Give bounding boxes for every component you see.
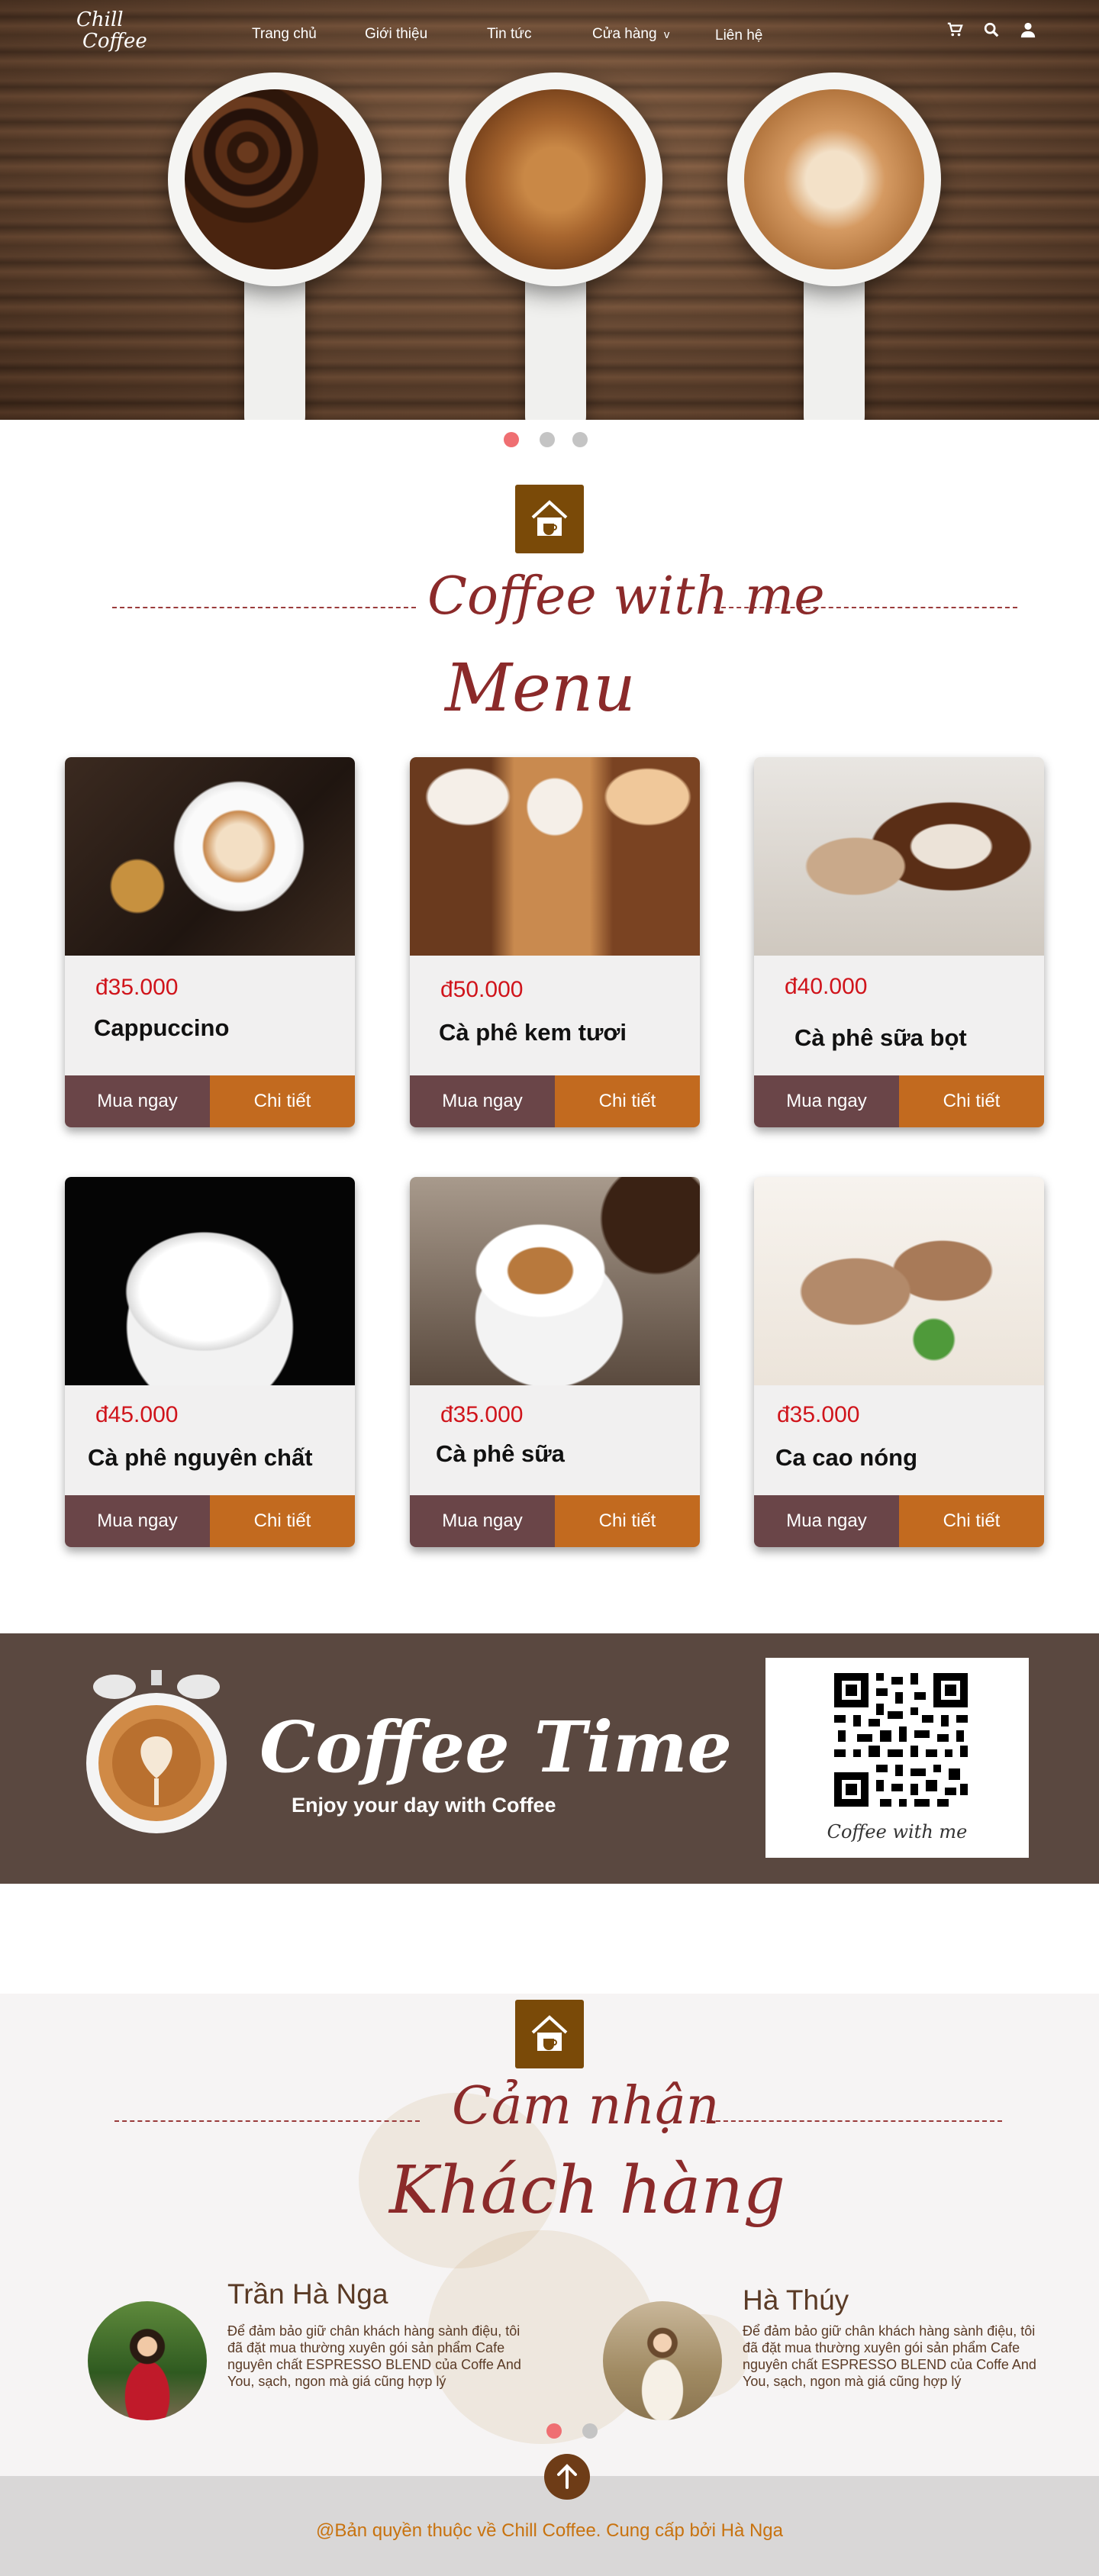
- product-actions: Mua ngay Chi tiết: [410, 1075, 700, 1127]
- coffee-house-badge-icon: [515, 2000, 584, 2068]
- detail-button[interactable]: Chi tiết: [210, 1075, 355, 1127]
- product-price: đ35.000: [777, 1402, 860, 1427]
- nav-item-news[interactable]: Tin tức: [487, 26, 531, 43]
- detail-button[interactable]: Chi tiết: [210, 1495, 355, 1547]
- testimonial-dot-1[interactable]: [546, 2423, 562, 2439]
- search-icon[interactable]: [983, 21, 1001, 40]
- buy-now-button[interactable]: Mua ngay: [754, 1495, 899, 1547]
- nav-item-about[interactable]: Giới thiệu: [365, 26, 427, 43]
- product-actions: Mua ngay Chi tiết: [754, 1495, 1044, 1547]
- nav-item-contact[interactable]: Liên hệ: [715, 27, 762, 44]
- avatar: [603, 2301, 722, 2420]
- detail-button[interactable]: Chi tiết: [555, 1075, 700, 1127]
- slider-dot-3[interactable]: [572, 432, 588, 447]
- product-name: Cà phê nguyên chất: [88, 1444, 313, 1471]
- slider-dot-2[interactable]: [540, 432, 555, 447]
- testimonial-dot-2[interactable]: [582, 2423, 598, 2439]
- heading-divider-left: [112, 607, 416, 608]
- alarm-clock-coffee-icon: [84, 1664, 229, 1833]
- heading-divider-left: [114, 2120, 420, 2122]
- coffee-house-badge-icon: [515, 485, 584, 553]
- user-icon[interactable]: [1020, 21, 1038, 40]
- menu-heading-script: Coffee with me: [427, 566, 825, 627]
- buy-now-button[interactable]: Mua ngay: [410, 1075, 555, 1127]
- top-navigation: Chill Coffee Trang chủ Giới thiệu Tin tứ…: [0, 0, 1099, 73]
- testimonials-heading-title: Khách hàng: [389, 2152, 785, 2229]
- qr-code-icon: [830, 1669, 972, 1810]
- avatar: [88, 2301, 207, 2420]
- logo-line-2: Coffee: [82, 30, 147, 53]
- detail-button[interactable]: Chi tiết: [555, 1495, 700, 1547]
- testimonial-name: Hà Thúy: [743, 2284, 849, 2316]
- testimonials-heading-script: Cảm nhận: [452, 2076, 720, 2136]
- detail-button[interactable]: Chi tiết: [899, 1495, 1044, 1547]
- cart-icon[interactable]: [946, 21, 965, 40]
- product-card-cappuccino[interactable]: đ35.000 Cappuccino Mua ngay Chi tiết: [65, 757, 355, 1127]
- testimonial-name: Trần Hà Nga: [227, 2278, 388, 2310]
- scroll-to-top-button[interactable]: [544, 2454, 590, 2500]
- product-price: đ35.000: [440, 1402, 524, 1427]
- testimonial-text: Để đảm bảo giữ chân khách hàng sành điệu…: [743, 2323, 1036, 2389]
- chevron-down-icon: v: [663, 28, 670, 41]
- product-name: Cà phê sữa bọt: [794, 1024, 967, 1051]
- footer-copyright: @Bản quyền thuộc về Chill Coffee. Cung c…: [315, 2520, 783, 2541]
- product-actions: Mua ngay Chi tiết: [65, 1075, 355, 1127]
- product-card-ca-phe-kem-tuoi[interactable]: đ50.000 Cà phê kem tươi Mua ngay Chi tiế…: [410, 757, 700, 1127]
- nav-item-store[interactable]: Cửa hàng v: [592, 26, 669, 43]
- coffee-time-banner: Coffee Time Enjoy your day with Coffee C…: [0, 1633, 1099, 1884]
- product-card-ca-phe-sua-bot[interactable]: đ40.000 Cà phê sữa bọt Mua ngay Chi tiết: [754, 757, 1044, 1127]
- testimonial-text: Để đảm bảo giữ chân khách hàng sành điệu…: [227, 2323, 521, 2389]
- product-image: [410, 757, 700, 956]
- product-price: đ35.000: [95, 975, 179, 1000]
- nav-item-store-label: Cửa hàng: [592, 26, 657, 42]
- product-image: [65, 757, 355, 956]
- qr-code-card: Coffee with me: [765, 1658, 1029, 1858]
- banner-title: Coffee Time: [259, 1706, 733, 1788]
- arrow-up-icon: [557, 2464, 577, 2489]
- qr-caption: Coffee with me: [827, 1821, 968, 1843]
- menu-heading-title: Menu: [445, 650, 636, 727]
- slider-dot-1[interactable]: [504, 432, 519, 447]
- nav-item-home[interactable]: Trang chủ: [252, 26, 317, 43]
- product-name: Cà phê kem tươi: [439, 1019, 627, 1046]
- product-actions: Mua ngay Chi tiết: [65, 1495, 355, 1547]
- product-actions: Mua ngay Chi tiết: [410, 1495, 700, 1547]
- product-price: đ40.000: [785, 974, 868, 999]
- product-card-ca-cao-nong[interactable]: đ35.000 Ca cao nóng Mua ngay Chi tiết: [754, 1177, 1044, 1547]
- banner-subtitle: Enjoy your day with Coffee: [292, 1794, 556, 1817]
- product-image: [754, 757, 1044, 956]
- logo[interactable]: Chill Coffee: [76, 8, 147, 63]
- product-actions: Mua ngay Chi tiết: [754, 1075, 1044, 1127]
- product-name: Ca cao nóng: [775, 1444, 918, 1471]
- product-price: đ50.000: [440, 977, 524, 1002]
- logo-line-1: Chill: [76, 8, 124, 31]
- buy-now-button[interactable]: Mua ngay: [65, 1075, 210, 1127]
- heading-divider-right: [701, 2120, 1002, 2122]
- product-card-ca-phe-nguyen-chat[interactable]: đ45.000 Cà phê nguyên chất Mua ngay Chi …: [65, 1177, 355, 1547]
- product-image: [410, 1177, 700, 1385]
- product-name: Cappuccino: [94, 1014, 230, 1041]
- product-image: [65, 1177, 355, 1385]
- product-name: Cà phê sữa: [436, 1440, 565, 1467]
- product-card-ca-phe-sua[interactable]: đ35.000 Cà phê sữa Mua ngay Chi tiết: [410, 1177, 700, 1547]
- detail-button[interactable]: Chi tiết: [899, 1075, 1044, 1127]
- buy-now-button[interactable]: Mua ngay: [754, 1075, 899, 1127]
- product-image: [754, 1177, 1044, 1385]
- product-price: đ45.000: [95, 1402, 179, 1427]
- buy-now-button[interactable]: Mua ngay: [410, 1495, 555, 1547]
- buy-now-button[interactable]: Mua ngay: [65, 1495, 210, 1547]
- hero-slider-dots: [0, 432, 1099, 447]
